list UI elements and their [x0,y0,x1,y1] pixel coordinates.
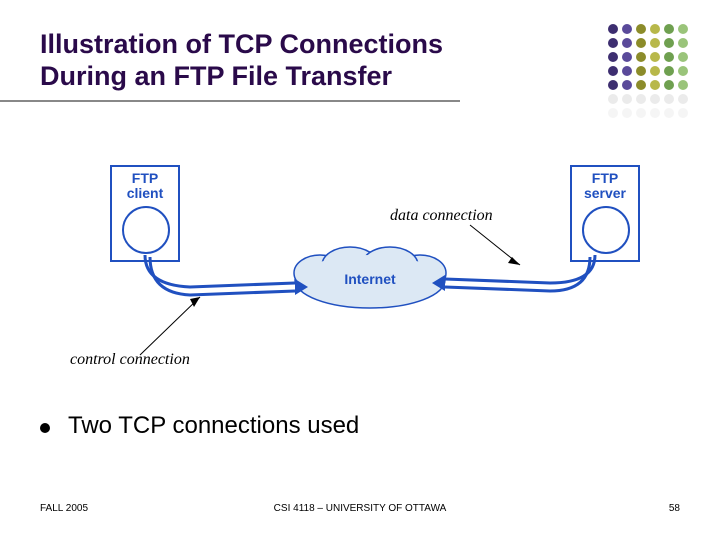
client-top-line [145,255,295,287]
control-connection-label: control connection [70,351,190,369]
dot-icon [608,38,618,48]
dot-icon [678,80,688,90]
connections-svg [90,165,650,365]
dot-icon [650,52,660,62]
footer-right: 58 [669,503,680,514]
dot-icon [636,108,646,118]
internet-label: Internet [340,271,400,287]
dot-icon [622,94,632,104]
dot-icon [650,80,660,90]
dot-icon [622,66,632,76]
dot-icon [608,94,618,104]
dot-icon [650,66,660,76]
dot-icon [678,38,688,48]
dot-icon [678,24,688,34]
bullet-text: Two TCP connections used [68,412,359,440]
title-line-2: During an FTP File Transfer [40,61,392,91]
dot-icon [664,24,674,34]
dot-icon [650,24,660,34]
dot-icon [664,94,674,104]
dot-icon [664,80,674,90]
data-connection-label: data connection [390,207,493,225]
title-underline [0,100,460,102]
dot-icon [636,66,646,76]
client-bottom-line [150,257,295,295]
bullet-item: Two TCP connections used [40,412,359,440]
dot-icon [622,24,632,34]
dot-icon [622,38,632,48]
dot-icon [636,24,646,34]
dot-icon [650,38,660,48]
server-top-line [445,255,595,283]
footer-left: FALL 2005 [40,503,88,514]
slide-footer: FALL 2005 CSI 4118 – UNIVERSITY OF OTTAW… [40,503,680,514]
dot-icon [678,52,688,62]
dot-icon [664,66,674,76]
dot-icon [650,108,660,118]
dot-icon [678,66,688,76]
dot-icon [664,108,674,118]
dot-icon [664,38,674,48]
slide-title: Illustration of TCP Connections During a… [40,28,443,93]
dot-icon [608,66,618,76]
server-bottom-line [445,257,590,291]
ftp-diagram: FTP client FTP server [90,165,650,365]
control-conn-pointer [140,297,200,355]
dot-icon [650,94,660,104]
dot-icon [608,24,618,34]
dot-icon [622,108,632,118]
dot-icon [608,80,618,90]
dot-icon [636,94,646,104]
dot-icon [664,52,674,62]
dot-icon [636,38,646,48]
dot-icon [636,52,646,62]
arrowhead-icon [508,257,520,265]
dot-icon [636,80,646,90]
footer-center: CSI 4118 – UNIVERSITY OF OTTAWA [274,503,447,514]
decorative-dot-grid [608,24,690,120]
dot-icon [678,108,688,118]
dot-icon [608,52,618,62]
dot-icon [622,80,632,90]
title-line-1: Illustration of TCP Connections [40,29,443,59]
dot-icon [678,94,688,104]
dot-icon [608,108,618,118]
dot-icon [622,52,632,62]
bullet-icon [40,423,50,433]
